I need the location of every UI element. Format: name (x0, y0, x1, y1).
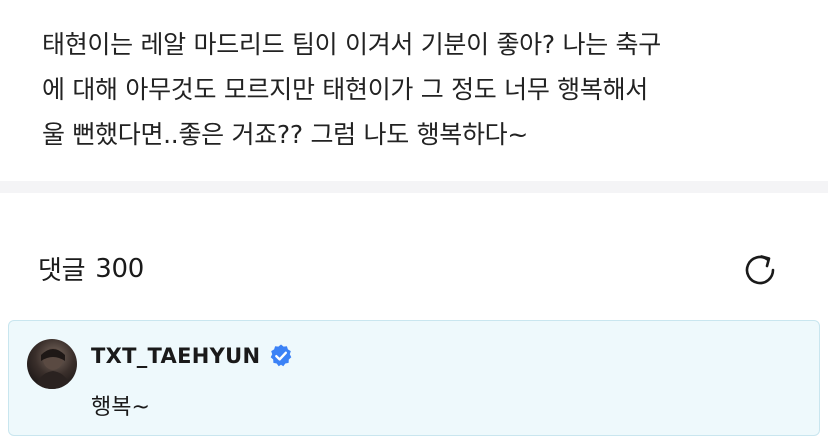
comments-header: 댓글 300 (38, 250, 144, 287)
post-page: 태현이는 레알 마드리드 팀이 이겨서 기분이 좋아? 나는 축구 에 대해 아… (0, 0, 828, 448)
comment-author: TXT_TAEHYUN (91, 343, 294, 369)
verified-badge-icon (268, 343, 294, 369)
comments-label: 댓글 (38, 256, 86, 286)
author-name[interactable]: TXT_TAEHYUN (91, 344, 260, 368)
post-body: 태현이는 레알 마드리드 팀이 이겨서 기분이 좋아? 나는 축구 에 대해 아… (42, 22, 812, 157)
post-line: 울 뻔했다면..좋은 거죠?? 그럼 나도 행복하다~ (42, 120, 529, 149)
comments-count: 300 (95, 253, 144, 284)
section-divider (0, 181, 828, 193)
post-line: 에 대해 아무것도 모르지만 태현이가 그 정도 너무 행복해서 (42, 75, 648, 104)
comment-card: TXT_TAEHYUN 행복~ (8, 320, 820, 436)
refresh-button[interactable] (738, 248, 782, 292)
refresh-icon (745, 255, 775, 285)
avatar[interactable] (27, 339, 77, 389)
avatar-image (35, 348, 71, 389)
comment-text: 행복~ (91, 395, 150, 420)
post-line: 태현이는 레알 마드리드 팀이 이겨서 기분이 좋아? 나는 축구 (42, 30, 661, 59)
